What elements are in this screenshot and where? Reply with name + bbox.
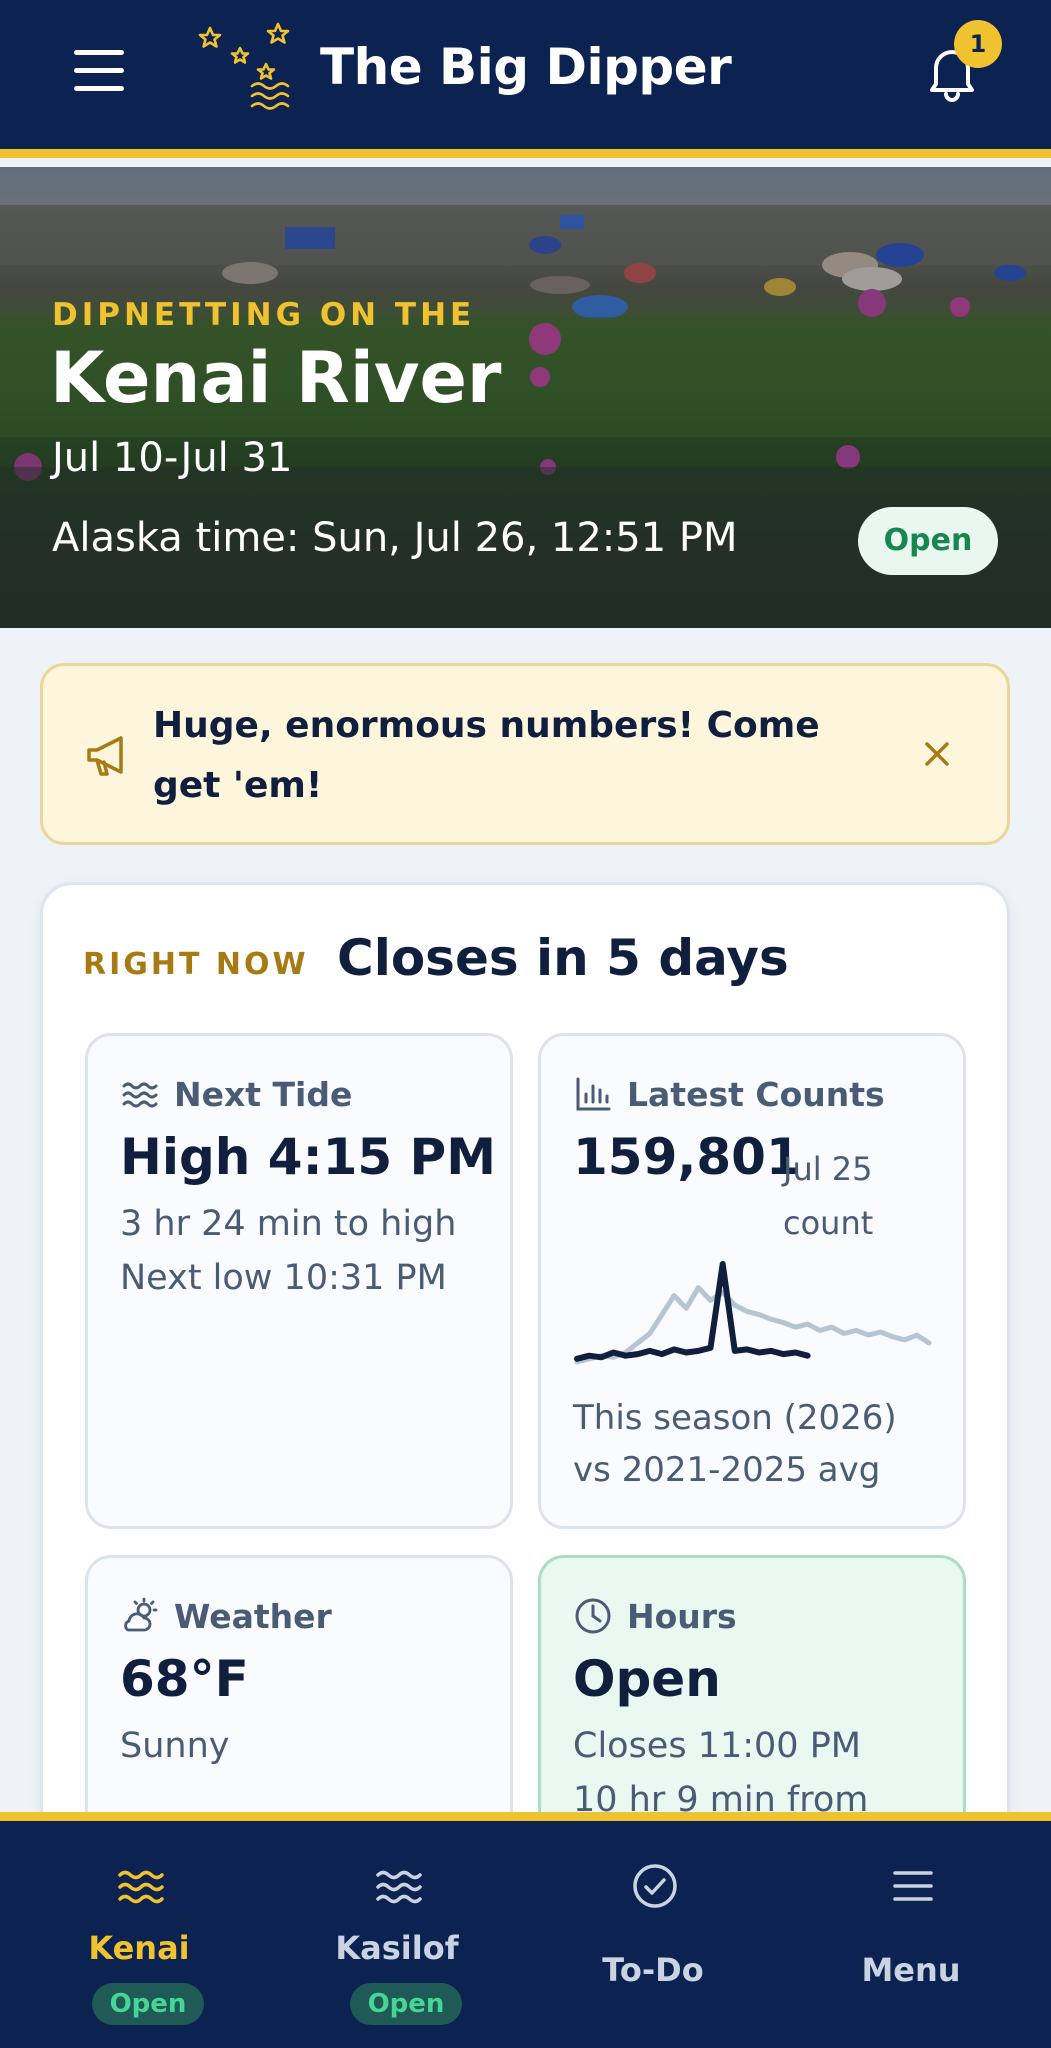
status-badge: Open xyxy=(858,507,998,575)
waves-icon xyxy=(118,1870,164,1904)
tile-header: Next Tide xyxy=(120,1072,352,1116)
weather-condition: Sunny xyxy=(120,1726,230,1766)
notification-count-badge: 1 xyxy=(954,20,1002,68)
closes-headline: Closes in 5 days xyxy=(337,929,789,987)
check-circle-icon xyxy=(633,1864,677,1908)
menu-icon xyxy=(893,1871,933,1901)
count-date-line: Jul 25 xyxy=(783,1150,873,1188)
counts-sparkline xyxy=(574,1261,932,1365)
nav-label: Kenai xyxy=(88,1929,190,1967)
hamburger-menu-button[interactable] xyxy=(74,50,124,92)
hero-eyebrow: DIPNETTING ON THE xyxy=(52,297,476,333)
chart-legend-line: This season (2026) xyxy=(573,1398,897,1438)
nav-label: To-Do xyxy=(602,1951,704,1989)
announcement-text: Huge, enormous numbers! Come get 'em! xyxy=(153,705,820,806)
next-tide-tile[interactable]: Next Tide High 4:15 PM 3 hr 24 min to hi… xyxy=(85,1033,513,1529)
latest-count-value: 159,801 xyxy=(573,1128,801,1186)
nav-status-badge: Open xyxy=(92,1983,204,2025)
nav-item-todo[interactable]: To-Do xyxy=(522,1821,784,2048)
nav-item-kasilof[interactable]: Kasilof Open xyxy=(266,1821,528,2048)
hero-banner: DIPNETTING ON THE Kenai River Jul 10-Jul… xyxy=(0,167,1051,628)
count-date: Jul 25 count xyxy=(783,1142,873,1250)
tile-header: Hours xyxy=(573,1594,737,1638)
alaska-time: Alaska time: Sun, Jul 26, 12:51 PM xyxy=(52,515,738,561)
nav-status-badge: Open xyxy=(350,1983,462,2025)
close-icon[interactable] xyxy=(917,734,957,774)
tile-label: Next Tide xyxy=(174,1074,353,1114)
right-now-card: RIGHT NOW Closes in 5 days Next Tide Hig… xyxy=(40,882,1010,1932)
tile-label: Hours xyxy=(627,1596,737,1636)
temperature: 68°F xyxy=(120,1650,249,1708)
tile-header: Latest Counts xyxy=(573,1072,885,1116)
app-title: The Big Dipper xyxy=(320,38,732,96)
count-date-line: count xyxy=(783,1204,874,1242)
partly-sunny-icon xyxy=(124,1597,158,1632)
hamburger-icon-bar xyxy=(74,68,124,73)
nav-label: Menu xyxy=(861,1951,961,1989)
announcement-banner: Huge, enormous numbers! Come get 'em! xyxy=(40,663,1010,845)
closing-time: Closes 11:00 PM xyxy=(573,1726,861,1766)
big-dipper-logo xyxy=(198,22,290,110)
river-title: Kenai River xyxy=(50,337,502,419)
nav-item-menu[interactable]: Menu xyxy=(780,1821,1042,2048)
bottom-nav: Kenai Open Kasilof Open To-Do Menu xyxy=(0,1812,1051,2048)
next-low: Next low 10:31 PM xyxy=(120,1258,447,1298)
next-tide-value: High 4:15 PM xyxy=(120,1128,496,1186)
tile-label: Latest Counts xyxy=(627,1074,885,1114)
nav-label: Kasilof xyxy=(335,1929,459,1967)
chart-legend-line: vs 2021-2025 avg xyxy=(573,1450,881,1490)
tile-label: Weather xyxy=(174,1596,332,1636)
app-header: The Big Dipper 1 xyxy=(0,0,1051,158)
tile-header: Weather xyxy=(120,1594,332,1638)
waves-icon xyxy=(122,1082,158,1108)
waves-icon xyxy=(376,1870,422,1904)
sparkline-this-season xyxy=(574,1261,811,1362)
latest-counts-tile[interactable]: Latest Counts 159,801 Jul 25 count This … xyxy=(538,1033,966,1529)
megaphone-icon xyxy=(87,736,123,776)
time-to-high: 3 hr 24 min to high xyxy=(120,1204,457,1244)
bar-chart-icon xyxy=(576,1077,611,1111)
nav-item-kenai[interactable]: Kenai Open xyxy=(8,1821,270,2048)
hamburger-icon-bar xyxy=(74,50,124,55)
clock-icon xyxy=(575,1598,611,1634)
hours-status: Open xyxy=(573,1650,721,1708)
right-now-label: RIGHT NOW xyxy=(83,947,309,982)
season-dates: Jul 10-Jul 31 xyxy=(52,435,293,481)
hamburger-icon-bar xyxy=(74,86,124,91)
